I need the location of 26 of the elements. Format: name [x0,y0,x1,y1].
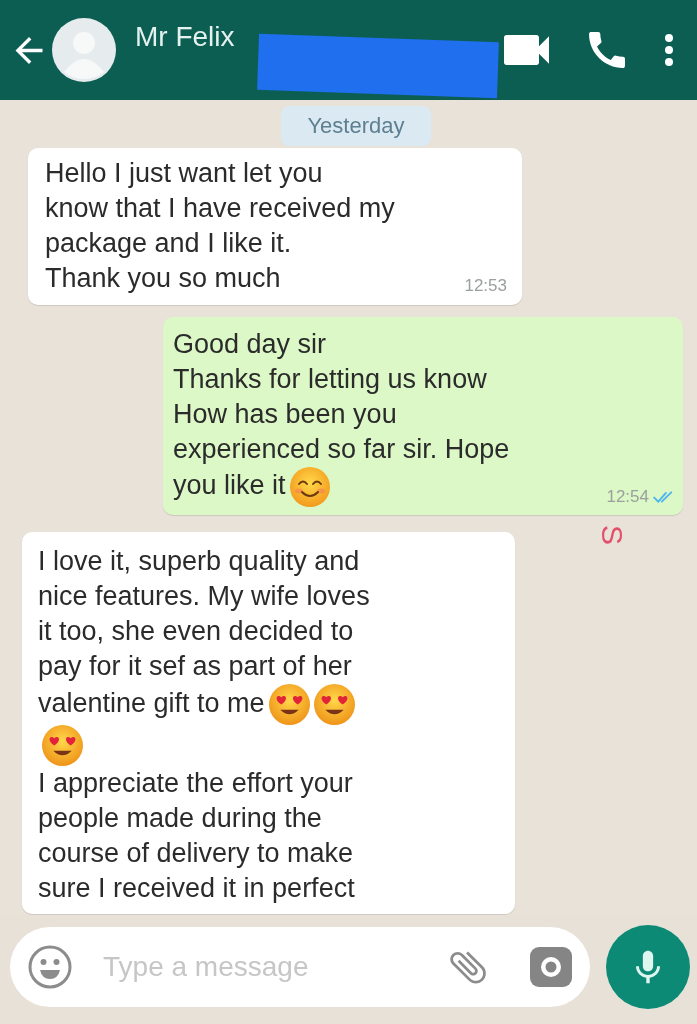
smiling-face-icon [289,467,330,507]
message-time: 12:53 [464,276,507,296]
date-chip: Yesterday [281,106,431,146]
message-text: you like it [173,470,286,501]
microphone-icon [636,948,660,986]
message-text: Hello I just want let you know that I have received my package and I like it. Thank you so much [45,158,395,293]
heart-eyes-face-icon [42,725,83,766]
emoji-icon[interactable] [28,945,72,989]
message-time: 12:54 [606,487,649,507]
video-camera-icon[interactable] [504,35,549,65]
heart-eyes-face-icon [268,684,310,725]
contact-name[interactable]: Mr Felix [135,20,235,54]
avatar-icon[interactable] [52,18,116,82]
more-options-icon[interactable] [665,34,673,66]
stray-mark: S [597,525,627,545]
camera-icon[interactable] [530,947,572,987]
heart-eyes-face-icon [313,684,355,725]
message-bubble[interactable] [22,532,515,914]
message-text: valentine gift to me [38,687,265,718]
message-bubble[interactable]: Good day sir Thanks for letting us know How has been you experienced so far sir. Hope you like it 12:54 [163,317,683,515]
message-text: I appreciate the effort your people made during the course of delivery to make sure I received it in perfect [38,768,355,903]
back-icon[interactable] [14,36,44,64]
composer-field[interactable]: Type a message [10,927,590,1007]
message-bubble[interactable]: Hello I just want let you know that I have received my package and I like it. Thank you so much 12:53 [28,148,522,305]
message-input-field[interactable]: Type a message [103,947,434,987]
phone-icon[interactable] [589,32,625,68]
